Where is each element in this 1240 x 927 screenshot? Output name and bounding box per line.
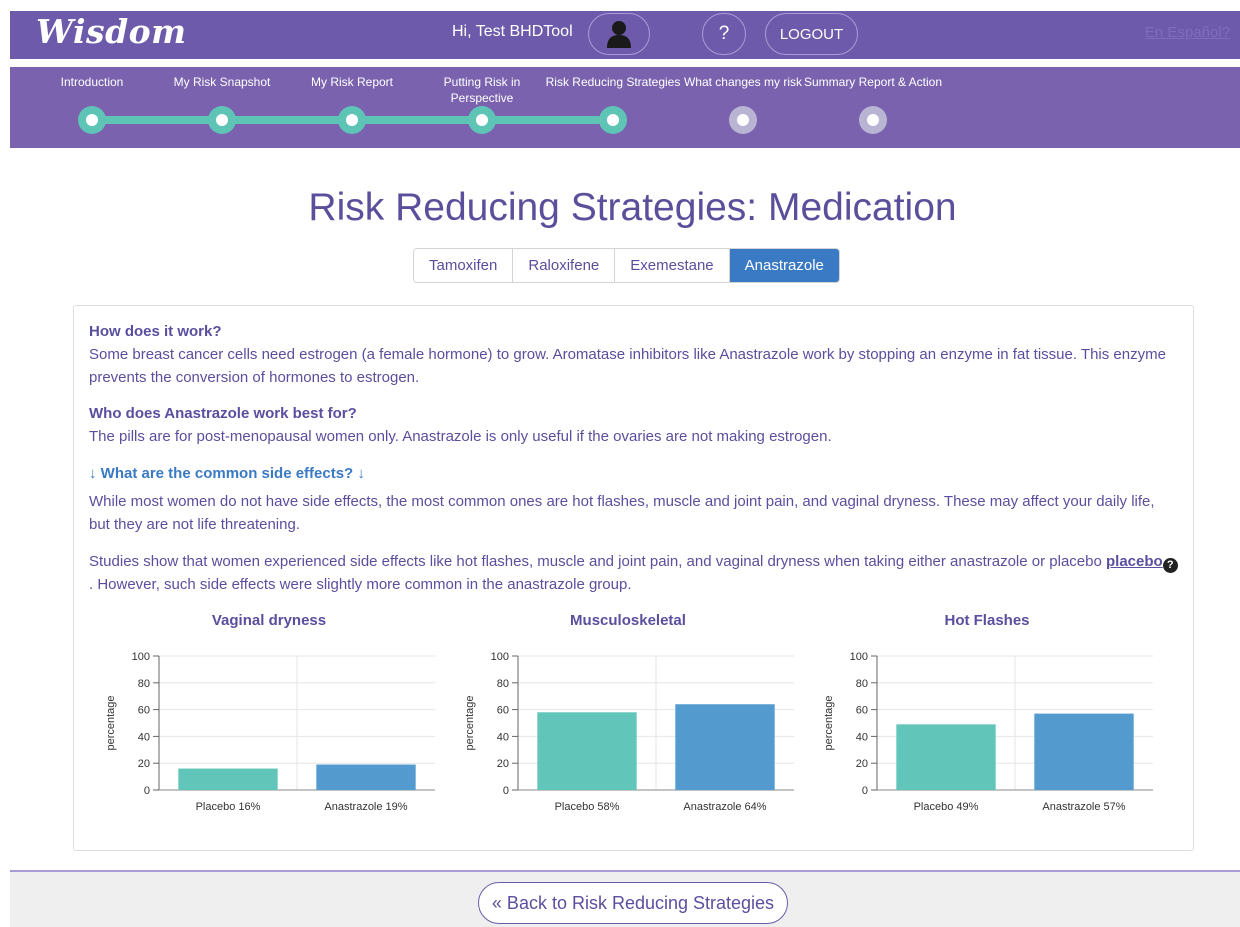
bar [316, 764, 416, 790]
placebo-definition-link[interactable]: placebo [1106, 553, 1163, 570]
progress-stepper: Introduction My Risk Snapshot My Risk Re… [10, 67, 1240, 148]
studies-text-part2: . However, such side effects were slight… [89, 576, 632, 593]
who-works-best-heading: Who does Anastrazole work best for? [89, 405, 357, 422]
y-tick-label: 0 [862, 785, 868, 797]
x-tick-label: Placebo 49% [914, 801, 979, 813]
y-tick-label: 40 [497, 731, 509, 743]
side-effects-toggle[interactable]: ↓ What are the common side effects? ↓ [89, 465, 1179, 482]
how-it-works-text: Some breast cancer cells need estrogen (… [89, 346, 1166, 386]
who-works-best-text: The pills are for post-menopausal women … [89, 428, 832, 445]
tab-tamoxifen[interactable]: Tamoxifen [414, 249, 514, 282]
footer-bar: « Back to Risk Reducing Strategies [10, 870, 1240, 927]
tab-exemestane[interactable]: Exemestane [615, 249, 730, 282]
step-label: Risk Reducing Strategies [545, 75, 681, 89]
step-my-risk-report[interactable]: My Risk Report [282, 67, 422, 134]
top-navigation-bar: Wisdom Hi, Test BHDTool ? LOGOUT En Espa… [10, 11, 1240, 59]
y-axis-label: percentage [105, 695, 117, 750]
y-tick-label: 80 [856, 678, 868, 690]
y-tick-label: 60 [856, 705, 868, 717]
page-title: Risk Reducing Strategies: Medication [308, 186, 957, 229]
step-label: Introduction [60, 75, 124, 89]
step-risk-reducing-strategies[interactable]: Risk Reducing Strategies [543, 67, 683, 134]
y-tick-label: 60 [138, 705, 150, 717]
logout-button[interactable]: LOGOUT [765, 13, 858, 55]
x-tick-label: Anastrazole 64% [683, 801, 766, 813]
step-putting-risk-in-perspective[interactable]: Putting Risk in Perspective [412, 67, 552, 134]
y-axis-label: percentage [464, 695, 476, 750]
user-icon [607, 21, 631, 48]
x-tick-label: Placebo 58% [555, 801, 620, 813]
x-tick-label: Anastrazole 19% [324, 801, 407, 813]
y-tick-label: 100 [132, 651, 150, 663]
user-greeting: Hi, Test BHDTool [452, 23, 573, 40]
chart-musculoskeletal: 0 20 40 60 80 100 Placebo 58% Anastrazole 64% pe… [464, 651, 794, 813]
step-what-changes-my-risk[interactable]: What changes my risk [673, 67, 813, 134]
bar [896, 724, 996, 790]
y-tick-label: 20 [856, 758, 868, 770]
profile-button[interactable] [588, 13, 650, 55]
chart-title-musculoskeletal: Musculoskeletal [570, 612, 686, 629]
question-circle-icon[interactable]: ? [1162, 558, 1178, 573]
step-dot [859, 106, 887, 134]
chart-hot-flashes: 0 20 40 60 80 100 Placebo 49% Anastrazole 57% pe… [823, 651, 1153, 813]
y-tick-label: 0 [144, 785, 150, 797]
step-dot [338, 106, 366, 134]
chart-title-vaginal-dryness: Vaginal dryness [211, 612, 327, 629]
y-tick-label: 100 [491, 651, 509, 663]
y-tick-label: 60 [497, 705, 509, 717]
step-label: Summary Report & Action [803, 75, 943, 89]
x-tick-label: Placebo 16% [196, 801, 261, 813]
y-tick-label: 80 [138, 678, 150, 690]
tab-anastrazole[interactable]: Anastrazole [729, 249, 839, 282]
y-tick-label: 20 [138, 758, 150, 770]
medication-info-panel: How does it work? Some breast cancer cel… [73, 305, 1194, 851]
y-axis-label: percentage [823, 695, 835, 750]
step-my-risk-snapshot[interactable]: My Risk Snapshot [152, 67, 292, 134]
how-it-works-heading: How does it work? [89, 323, 222, 340]
x-tick-label: Anastrazole 57% [1042, 801, 1125, 813]
step-label: What changes my risk [683, 75, 803, 89]
back-to-strategies-button[interactable]: « Back to Risk Reducing Strategies [478, 882, 788, 924]
step-summary-report-action[interactable]: Summary Report & Action [803, 67, 943, 134]
tab-raloxifene[interactable]: Raloxifene [513, 249, 616, 282]
studies-text-part1: Studies show that women experienced side… [89, 553, 1102, 570]
y-tick-label: 40 [138, 731, 150, 743]
step-introduction[interactable]: Introduction [22, 67, 162, 134]
step-dot [729, 106, 757, 134]
bar [537, 712, 637, 790]
step-dot [599, 106, 627, 134]
wisdom-logo[interactable]: Wisdom [36, 12, 187, 51]
bar [675, 704, 775, 790]
bar [1034, 713, 1134, 790]
y-tick-label: 80 [497, 678, 509, 690]
help-button[interactable]: ? [702, 13, 746, 55]
step-label: My Risk Snapshot [173, 75, 271, 89]
spanish-language-link[interactable]: En Español? [1145, 24, 1230, 41]
bar [178, 768, 278, 790]
y-tick-label: 20 [497, 758, 509, 770]
chart-vaginal-dryness: 0 20 40 60 80 100 Placebo 16% Anastrazole 19% pe… [105, 651, 435, 813]
studies-text: Studies show that women experienced side… [89, 550, 1179, 596]
y-tick-label: 0 [503, 785, 509, 797]
step-label: My Risk Report [310, 75, 393, 89]
side-effects-text: While most women do not have side effect… [89, 493, 1155, 533]
step-label: Putting Risk in Perspective [443, 75, 521, 105]
y-tick-label: 40 [856, 731, 868, 743]
chart-title-hot-flashes: Hot Flashes [944, 612, 1030, 629]
y-tick-label: 100 [850, 651, 868, 663]
step-dot [468, 106, 496, 134]
step-dot [208, 106, 236, 134]
step-dot [78, 106, 106, 134]
medication-tabs: Tamoxifen Raloxifene Exemestane Anastraz… [413, 248, 840, 283]
